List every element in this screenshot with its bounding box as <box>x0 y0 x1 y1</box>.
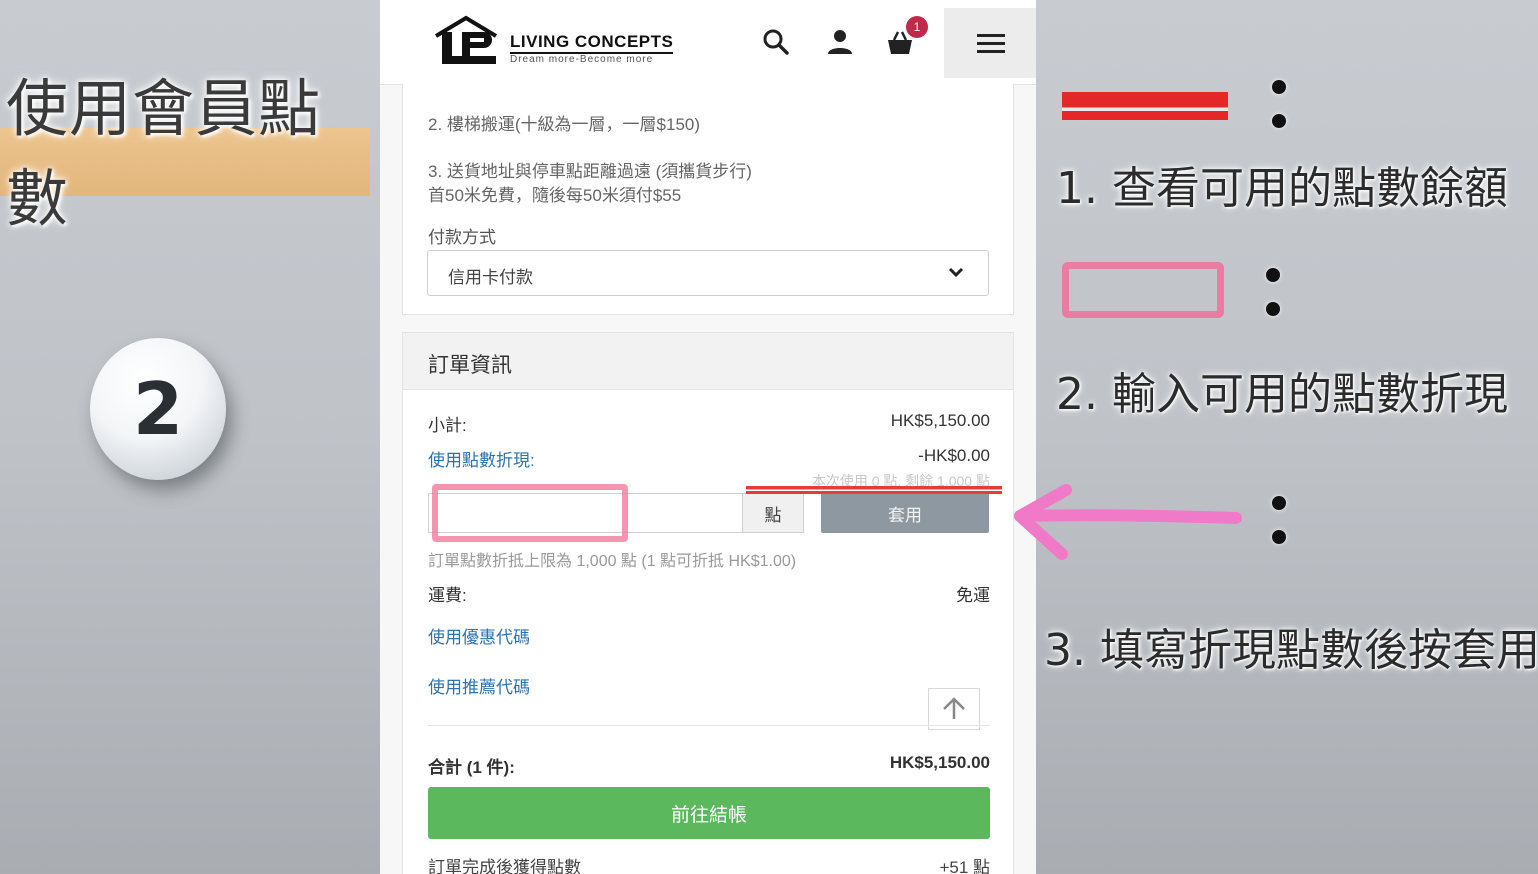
house-logo-icon <box>434 15 498 64</box>
cart-button[interactable]: 1 <box>884 16 928 58</box>
distance-fee-note-detail: 首50米免費，隨後每50米須付$55 <box>428 186 682 205</box>
legend-step-2: 2. 輸入可用的點數折現 <box>1056 369 1508 420</box>
delivery-payment-card: 2. 樓梯搬運(十級為一層，一層$150) 3. 送貨地址與停車點距離過遠 (須… <box>402 84 1014 315</box>
points-limit-note: 訂單點數折抵上限為 1,000 點 (1 點可折抵 HK$1.00) <box>428 553 797 570</box>
legend-step-3: 3. 填寫折現點數後按套用 <box>1044 625 1538 676</box>
order-summary-card: 訂單資訊 小計: HK$5,150.00 使用點數折現: -HK$0.00 本次… <box>402 332 1014 874</box>
chevron-down-icon <box>948 267 964 278</box>
search-icon[interactable] <box>760 26 792 58</box>
apply-points-button[interactable]: 套用 <box>821 493 989 533</box>
payment-method-label: 付款方式 <box>428 228 496 247</box>
legend-colon-1 <box>1272 80 1286 128</box>
coupon-code-link[interactable]: 使用優惠代碼 <box>428 623 530 648</box>
stairs-fee-note: 2. 樓梯搬運(十級為一層，一層$150) <box>428 115 701 134</box>
total-label: 合計 (1 件): <box>428 758 515 777</box>
cart-count-badge: 1 <box>906 16 928 38</box>
hamburger-menu-icon <box>977 34 1005 37</box>
pink-arrow-icon <box>1014 484 1242 560</box>
earn-points-value: +51 點 <box>939 858 990 874</box>
legend-pink-box <box>1062 262 1224 318</box>
pink-highlight-box <box>432 484 628 542</box>
legend-step-1: 1. 查看可用的點數餘額 <box>1056 163 1508 214</box>
shipping-value: 免運 <box>956 586 990 605</box>
scroll-to-top-button[interactable] <box>928 688 980 730</box>
overlay-title-block: 使用會員點數 <box>0 58 370 235</box>
order-summary-title: 訂單資訊 <box>428 354 512 377</box>
distance-fee-note: 3. 送貨地址與停車點距離過遠 (須攜貨步行) <box>428 162 752 181</box>
legend-red-underline <box>1062 92 1228 120</box>
payment-method-select[interactable]: 信用卡付款 <box>427 250 989 296</box>
red-underline-mark <box>746 486 1002 494</box>
earn-points-label: 訂單完成後獲得點數 <box>428 858 581 874</box>
logo-tagline: Dream more-Become more <box>510 54 654 65</box>
legend-colon-3 <box>1272 496 1286 544</box>
site-header: LIVING CONCEPTS Dream more-Become more 1 <box>380 0 1036 85</box>
summary-divider <box>428 725 990 726</box>
points-unit-label: 點 <box>743 493 804 533</box>
referral-code-link[interactable]: 使用推薦代碼 <box>428 673 530 698</box>
subtotal-value: HK$5,150.00 <box>890 411 990 430</box>
points-discount-label: 使用點數折現: <box>428 451 535 470</box>
hamburger-menu-button[interactable] <box>944 8 1036 78</box>
subtotal-label: 小計: <box>428 416 467 435</box>
total-value: HK$5,150.00 <box>889 753 990 772</box>
step-number: 2 <box>132 367 184 451</box>
logo-text: LIVING CONCEPTS <box>510 32 674 54</box>
legend-colon-2 <box>1266 268 1280 316</box>
user-icon[interactable] <box>824 26 856 58</box>
points-discount-value: -HK$0.00 <box>918 446 990 465</box>
payment-method-value: 信用卡付款 <box>448 268 533 287</box>
overlay-title: 使用會員點數 <box>6 72 322 235</box>
step-number-badge: 2 <box>90 338 226 480</box>
arrow-up-icon <box>943 697 965 719</box>
site-logo[interactable]: LIVING CONCEPTS Dream more-Become more <box>432 14 692 70</box>
order-summary-header: 訂單資訊 <box>403 333 1013 390</box>
checkout-button[interactable]: 前往結帳 <box>428 787 990 839</box>
mobile-checkout-page: LIVING CONCEPTS Dream more-Become more 1… <box>380 0 1036 874</box>
shipping-label: 運費: <box>428 586 467 605</box>
